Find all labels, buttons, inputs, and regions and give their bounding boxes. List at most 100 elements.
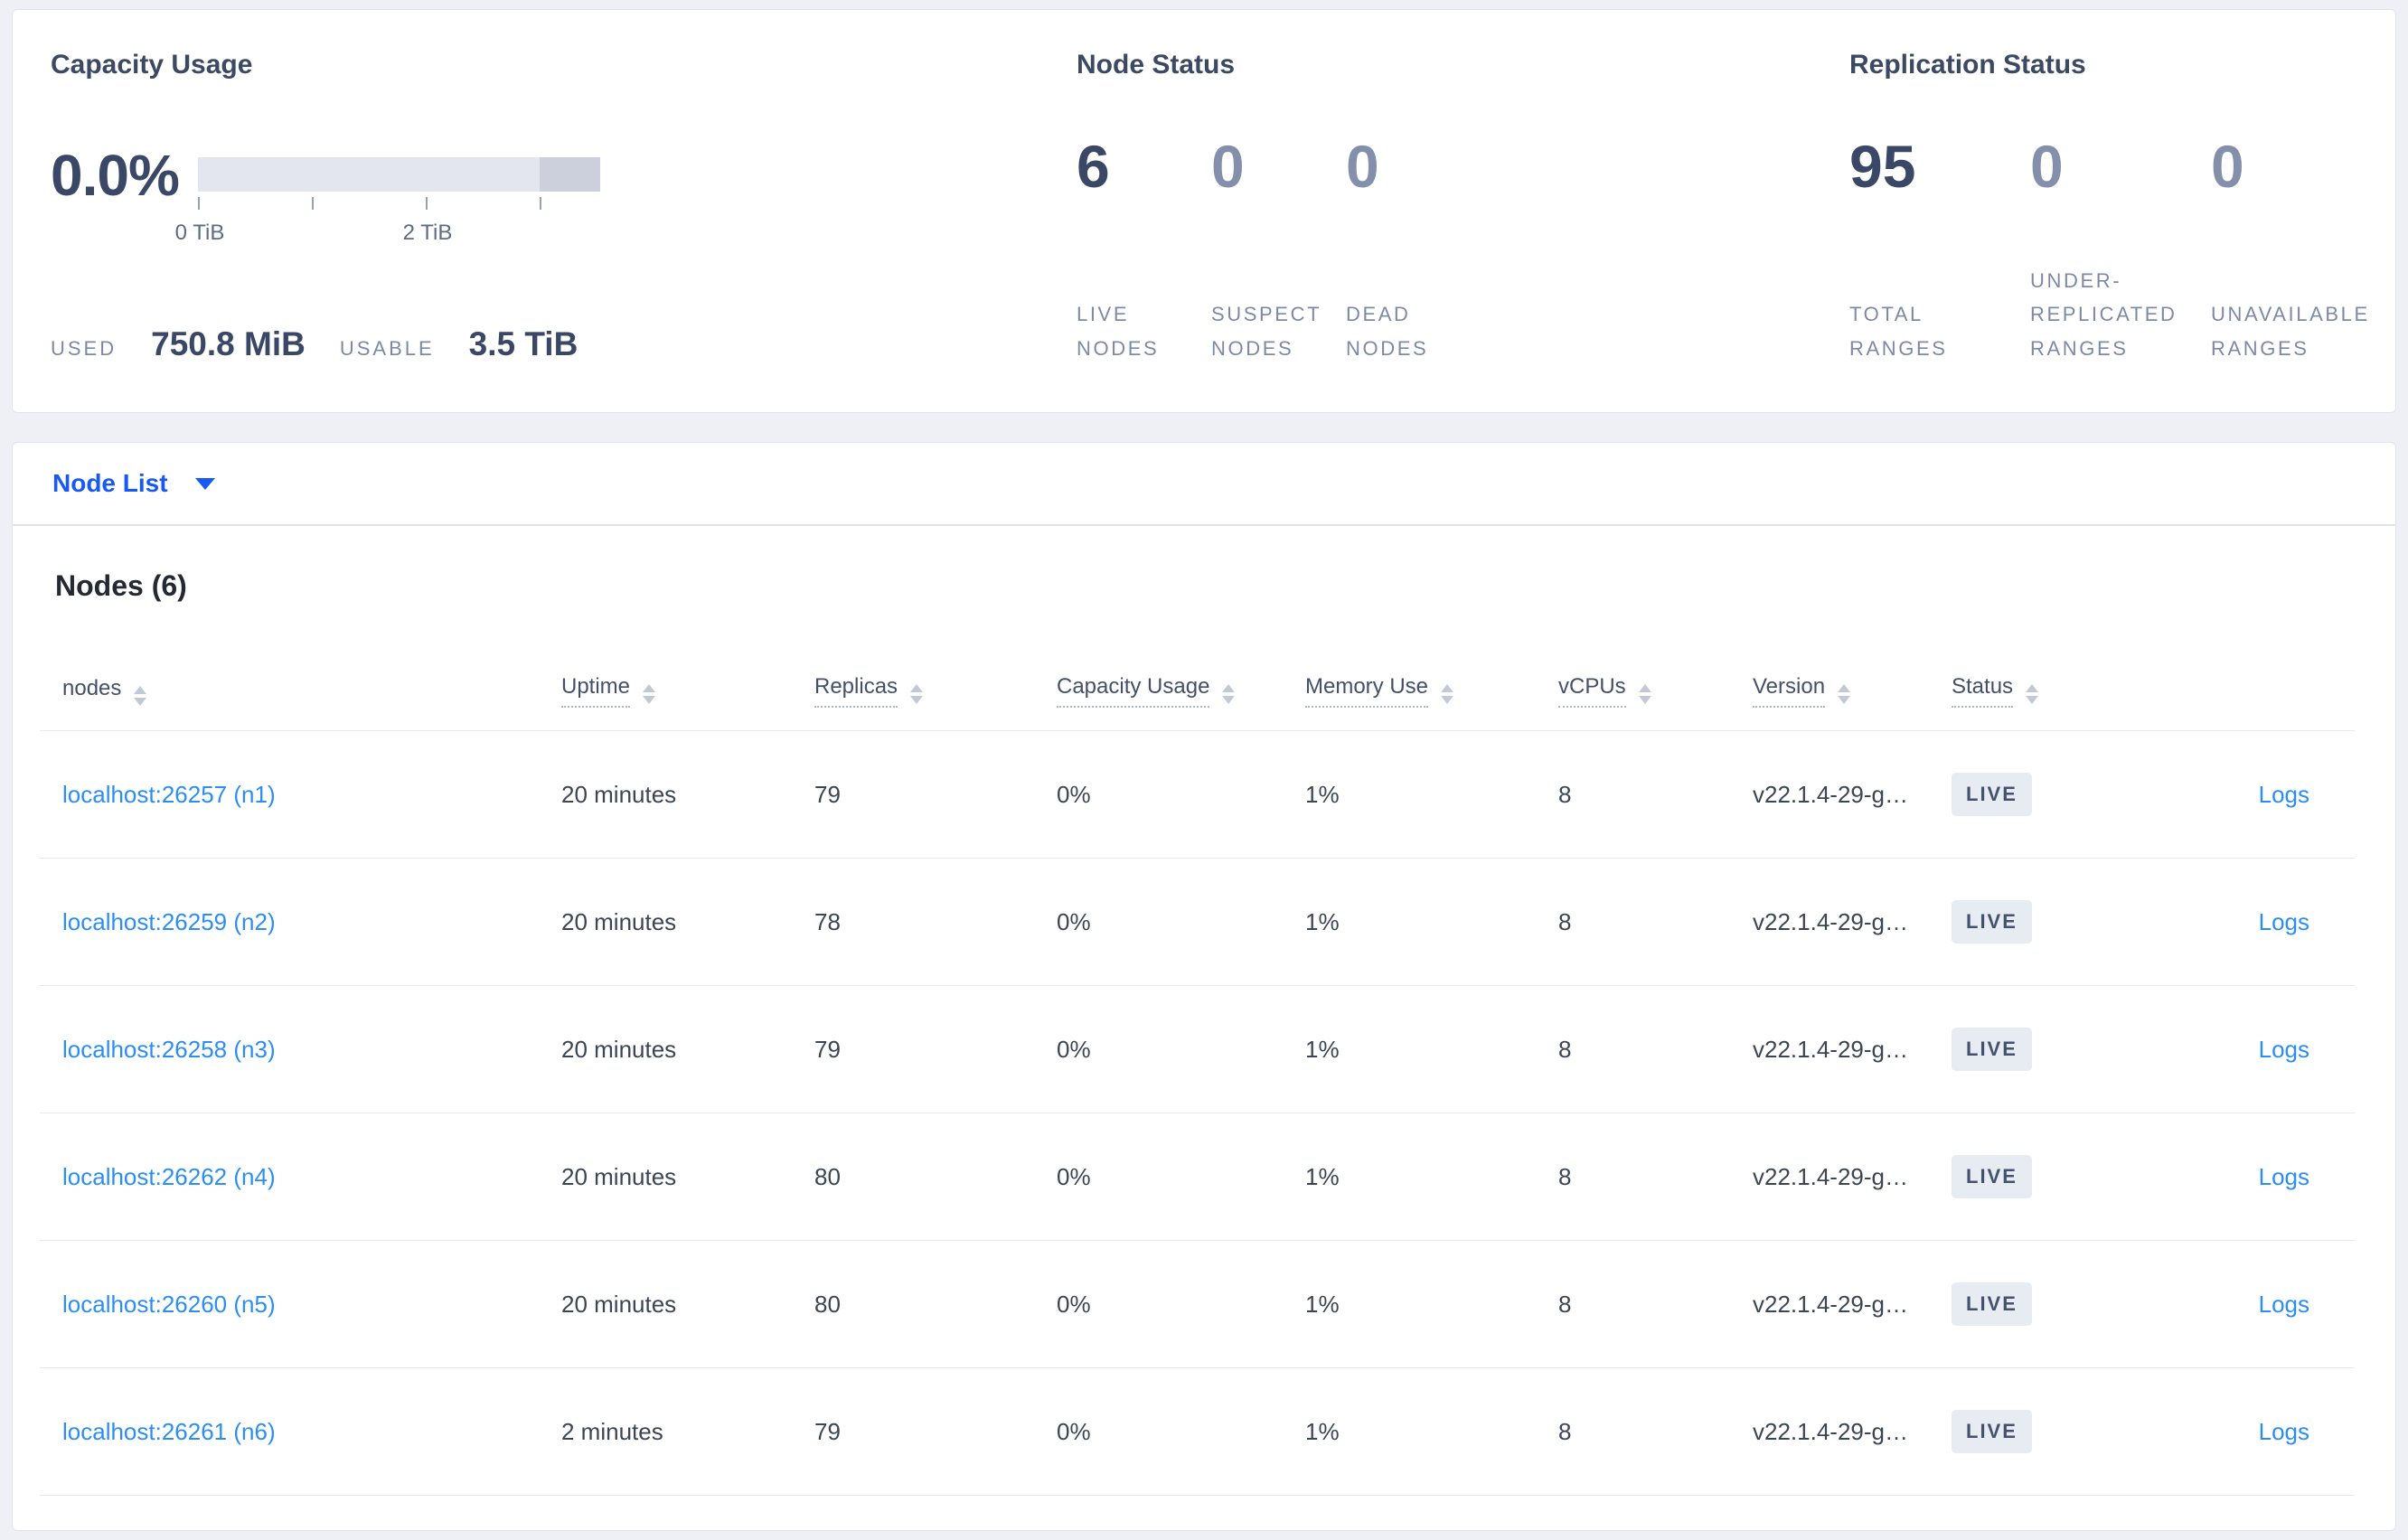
version-cell: v22.1.4-29-g…	[1753, 1162, 1908, 1190]
sort-arrows-icon	[643, 684, 656, 704]
logs-cell: Logs	[2141, 1291, 2355, 1319]
node-link[interactable]: localhost:26258 (n3)	[62, 1036, 276, 1063]
node-list-dropdown-label: Node List	[52, 469, 168, 497]
logs-cell: Logs	[2141, 1036, 2355, 1064]
unavailable-ranges-stat: 0 UNAVAILABLE RANGES	[2211, 136, 2392, 365]
used-label: USED	[51, 337, 118, 360]
view-selector-bar: Node List	[12, 442, 2396, 525]
version-cell: v22.1.4-29-g…	[1753, 780, 1908, 808]
table-row: localhost:26259 (n2) 20 minutes 78 0% 1%…	[40, 859, 2355, 986]
nodes-table-title: Nodes (6)	[55, 569, 187, 602]
status-cell: LIVE	[1952, 1155, 2141, 1198]
replication-status-title: Replication Status	[1849, 50, 2086, 80]
status-cell: LIVE	[1952, 1410, 2141, 1453]
node-link[interactable]: localhost:26257 (n1)	[62, 781, 276, 808]
column-header-version[interactable]: Version	[1753, 674, 1952, 708]
capacity-cell: 0%	[1057, 907, 1091, 935]
status-badge: LIVE	[1952, 900, 2032, 944]
logs-link[interactable]: Logs	[2259, 1418, 2309, 1445]
status-cell: LIVE	[1952, 1028, 2141, 1071]
node-link[interactable]: localhost:26261 (n6)	[62, 1418, 276, 1445]
capacity-gauge-other-segment	[539, 157, 600, 192]
capacity-cell: 0%	[1057, 1417, 1091, 1445]
live-nodes-stat: 6 LIVE NODES	[1077, 136, 1211, 365]
uptime-cell: 20 minutes	[561, 907, 677, 935]
replicas-cell: 78	[814, 907, 841, 935]
sort-arrows-icon	[2026, 684, 2039, 704]
table-row: localhost:26262 (n4) 20 minutes 80 0% 1%…	[40, 1113, 2355, 1241]
under-replicated-ranges-stat: 0 UNDER-REPLICATED RANGES	[2030, 136, 2211, 365]
capacity-used-percent: 0.0%	[51, 143, 180, 208]
status-cell: LIVE	[1952, 900, 2141, 944]
node-link[interactable]: localhost:26262 (n4)	[62, 1163, 276, 1190]
node-cell: localhost:26259 (n2)	[40, 908, 561, 936]
status-badge: LIVE	[1952, 1410, 2032, 1453]
sort-arrows-icon	[1838, 684, 1851, 704]
unavailable-ranges-count: 0	[2211, 133, 2244, 200]
column-header-memory-use[interactable]: Memory Use	[1305, 674, 1558, 708]
sort-arrows-icon	[1222, 684, 1236, 704]
capacity-usage-title: Capacity Usage	[51, 50, 253, 80]
nodes-table: nodes Uptime Replicas Capacity Usage Mem…	[40, 652, 2355, 1496]
capacity-gauge-track	[198, 157, 600, 192]
node-cell: localhost:26260 (n5)	[40, 1291, 561, 1319]
logs-link[interactable]: Logs	[2259, 1291, 2309, 1318]
under-replicated-ranges-label: UNDER-REPLICATED RANGES	[2030, 268, 2178, 360]
sort-arrows-icon	[1441, 684, 1454, 704]
node-list-dropdown[interactable]: Node List	[52, 469, 215, 498]
status-cell: LIVE	[1952, 1282, 2141, 1326]
logs-link[interactable]: Logs	[2259, 1163, 2309, 1190]
logs-link[interactable]: Logs	[2259, 781, 2309, 808]
sort-arrows-icon	[910, 684, 924, 704]
table-header-row: nodes Uptime Replicas Capacity Usage Mem…	[40, 652, 2355, 731]
capacity-usage-section: Capacity Usage 0.0% 0 TiB 2 TiB USED 750…	[51, 10, 1045, 412]
column-header-status[interactable]: Status	[1952, 674, 2141, 708]
logs-cell: Logs	[2141, 908, 2355, 936]
table-row: localhost:26261 (n6) 2 minutes 79 0% 1% …	[40, 1368, 2355, 1496]
memory-cell: 1%	[1305, 907, 1340, 935]
column-header-nodes[interactable]: nodes	[40, 676, 561, 706]
sort-arrows-icon	[1638, 684, 1651, 704]
column-header-uptime[interactable]: Uptime	[561, 674, 814, 708]
memory-cell: 1%	[1305, 1417, 1340, 1445]
node-cell: localhost:26262 (n4)	[40, 1163, 561, 1191]
capacity-cell: 0%	[1057, 780, 1091, 808]
node-status-title: Node Status	[1077, 50, 1236, 80]
chevron-down-icon	[194, 477, 215, 490]
column-header-capacity-usage[interactable]: Capacity Usage	[1057, 674, 1305, 708]
column-header-vcpus[interactable]: vCPUs	[1558, 674, 1753, 708]
capacity-cell: 0%	[1057, 1290, 1091, 1318]
summary-panel: Capacity Usage 0.0% 0 TiB 2 TiB USED 750…	[12, 9, 2396, 413]
vcpus-cell: 8	[1558, 1417, 1572, 1445]
unavailable-ranges-label: UNAVAILABLE RANGES	[2211, 303, 2370, 360]
logs-link[interactable]: Logs	[2259, 908, 2309, 935]
capacity-axis-label-0: 0 TiB	[174, 221, 225, 245]
node-cell: localhost:26261 (n6)	[40, 1418, 561, 1446]
node-link[interactable]: localhost:26260 (n5)	[62, 1291, 276, 1318]
capacity-axis-label-2: 2 TiB	[402, 221, 453, 245]
replicas-cell: 79	[814, 1035, 841, 1063]
used-value: 750.8 MiB	[151, 325, 306, 362]
table-row: localhost:26260 (n5) 20 minutes 80 0% 1%…	[40, 1241, 2355, 1368]
cluster-overview-page: Capacity Usage 0.0% 0 TiB 2 TiB USED 750…	[0, 0, 2408, 1540]
total-ranges-count: 95	[1849, 133, 1916, 200]
capacity-cell: 0%	[1057, 1162, 1091, 1190]
node-cell: localhost:26258 (n3)	[40, 1036, 561, 1064]
version-cell: v22.1.4-29-g…	[1753, 907, 1908, 935]
replicas-cell: 79	[814, 1417, 841, 1445]
status-badge: LIVE	[1952, 1155, 2032, 1198]
version-cell: v22.1.4-29-g…	[1753, 1290, 1908, 1318]
suspect-nodes-label: SUSPECT NODES	[1211, 303, 1322, 360]
node-status-stats: 6 LIVE NODES 0 SUSPECT NODES 0 DEAD NODE…	[1077, 136, 1481, 365]
sort-arrows-icon	[134, 686, 147, 706]
memory-cell: 1%	[1305, 780, 1340, 808]
column-header-replicas[interactable]: Replicas	[814, 674, 1057, 708]
logs-cell: Logs	[2141, 781, 2355, 809]
uptime-cell: 20 minutes	[561, 780, 677, 808]
uptime-cell: 20 minutes	[561, 1162, 677, 1190]
node-link[interactable]: localhost:26259 (n2)	[62, 908, 276, 935]
replicas-cell: 80	[814, 1290, 841, 1318]
logs-link[interactable]: Logs	[2259, 1036, 2309, 1063]
total-ranges-label: TOTAL RANGES	[1849, 303, 1948, 360]
memory-cell: 1%	[1305, 1162, 1340, 1190]
